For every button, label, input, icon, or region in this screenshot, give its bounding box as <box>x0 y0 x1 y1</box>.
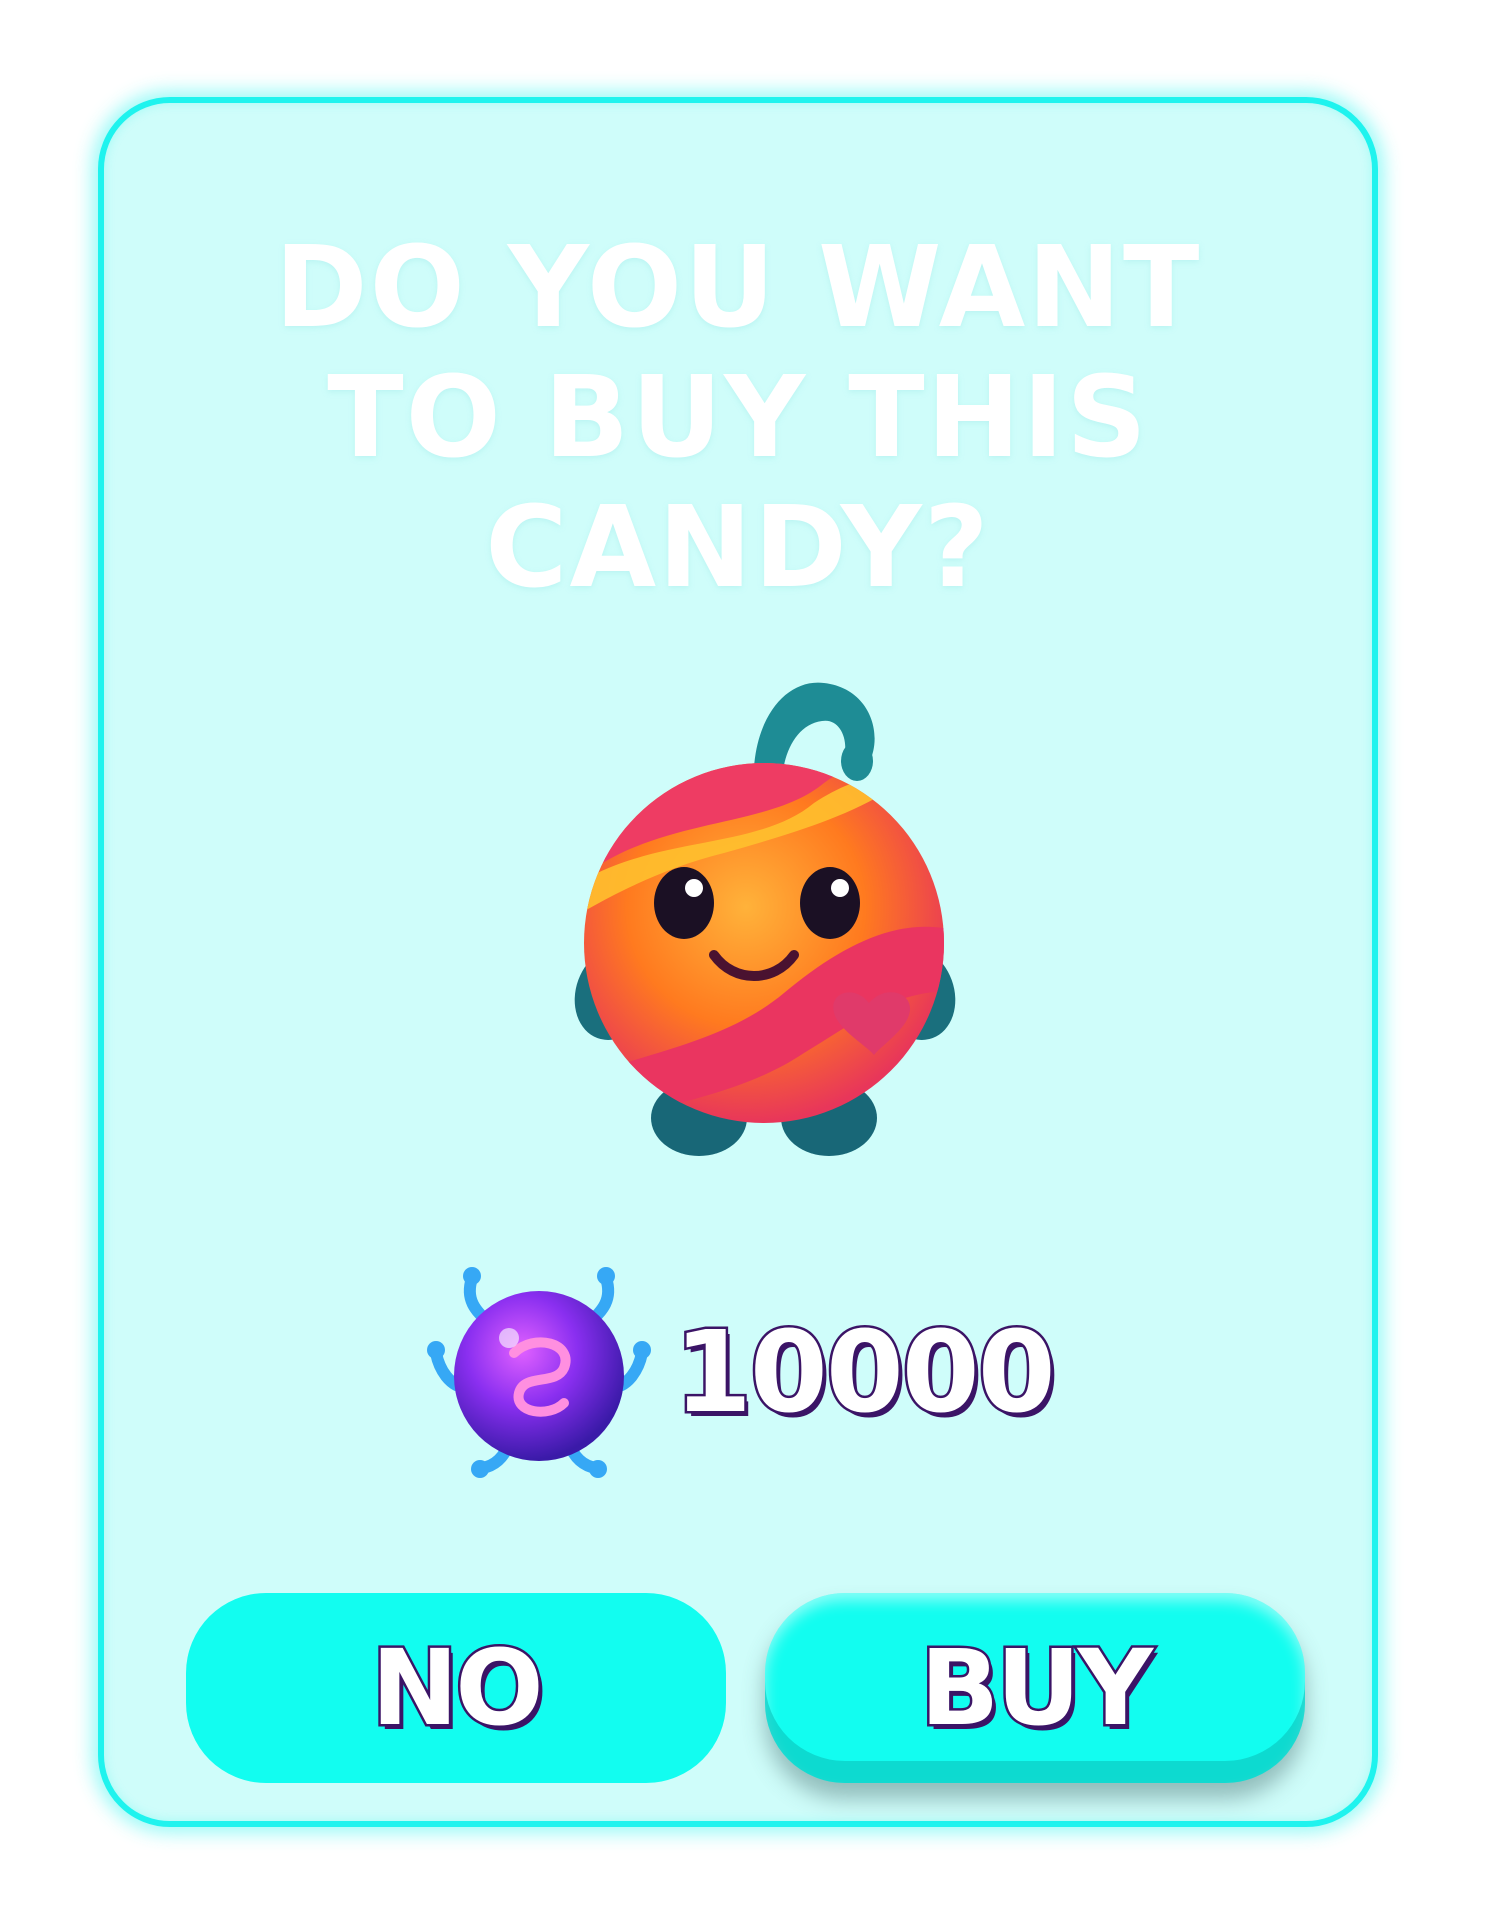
purple-swirl-orb-currency-icon <box>424 1258 654 1488</box>
price-display: 10000 <box>424 1258 1144 1488</box>
no-button[interactable]: NO <box>186 1593 726 1783</box>
candy-creature-icon <box>524 663 1004 1163</box>
purchase-dialog: DO YOU WANT TO BUY THIS CANDY? 10000 NO … <box>98 97 1378 1827</box>
title-line-3: CANDY? <box>485 483 991 613</box>
no-button-label: NO <box>369 1625 546 1752</box>
buy-button-label: BUY <box>917 1625 1155 1752</box>
title-line-2: TO BUY THIS <box>327 353 1149 483</box>
dialog-title: DO YOU WANT TO BUY THIS CANDY? <box>104 223 1372 613</box>
buy-button[interactable]: BUY <box>765 1593 1305 1783</box>
title-line-1: DO YOU WANT <box>274 223 1202 353</box>
price-amount: 10000 <box>672 1308 1059 1438</box>
